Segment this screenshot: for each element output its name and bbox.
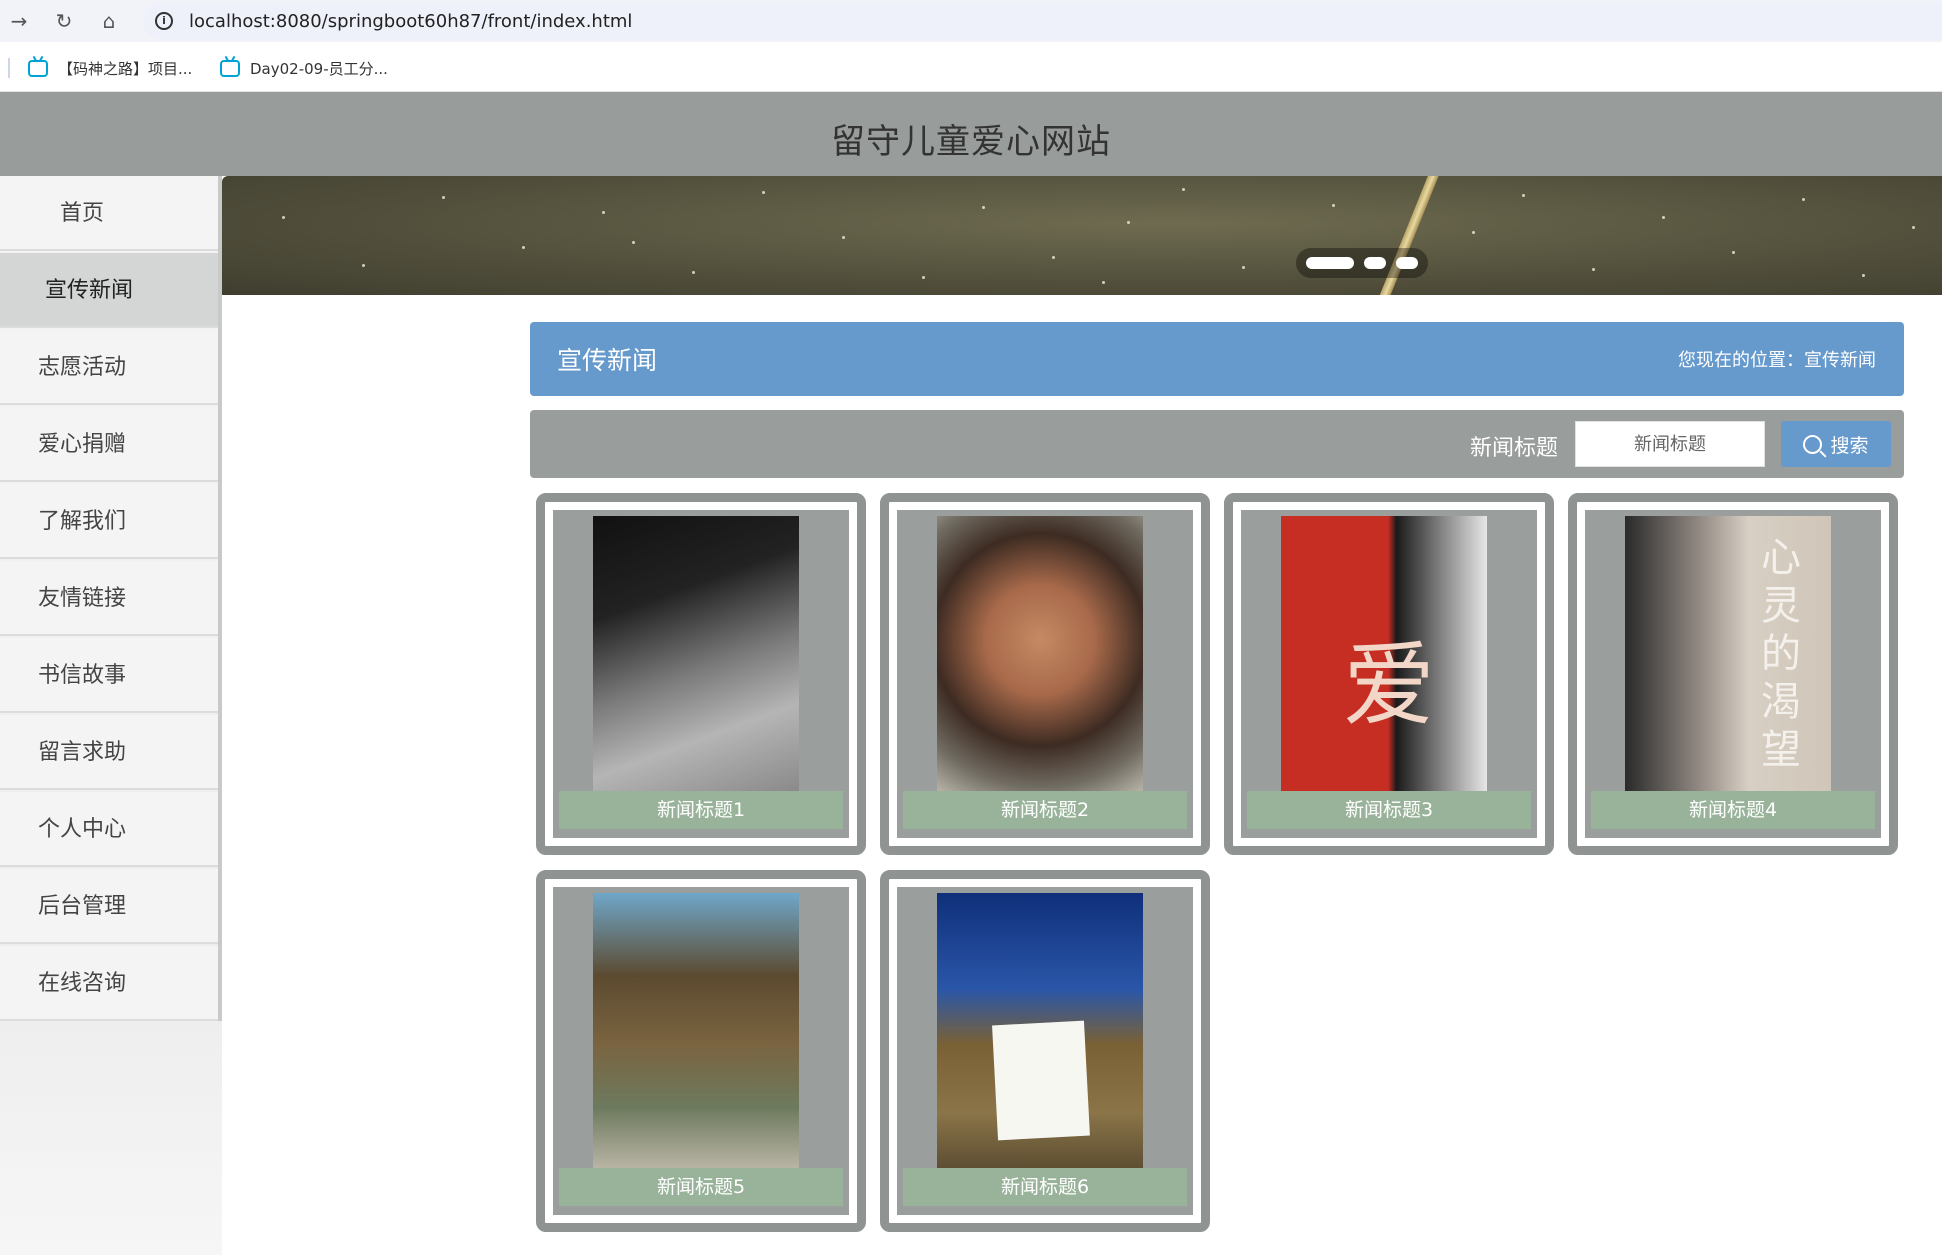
- bilibili-tv-icon: [28, 59, 48, 77]
- sidebar-item[interactable]: 在线咨询: [0, 946, 218, 1021]
- sidebar-item[interactable]: 宣传新闻: [0, 253, 218, 328]
- dust-speck: [602, 211, 605, 214]
- carousel-dot[interactable]: [1364, 257, 1386, 269]
- photo-paper-sign: [992, 1020, 1090, 1141]
- dust-speck: [1732, 251, 1735, 254]
- news-photo[interactable]: 爱: [1281, 516, 1487, 791]
- dust-speck: [762, 191, 765, 194]
- news-title[interactable]: 新闻标题5: [559, 1168, 843, 1206]
- dust-speck: [692, 271, 695, 274]
- section-title: 宣传新闻: [557, 346, 658, 375]
- dust-speck: [362, 264, 365, 267]
- search-button[interactable]: 搜索: [1781, 421, 1891, 467]
- news-title[interactable]: 新闻标题6: [903, 1168, 1187, 1206]
- dust-speck: [1662, 216, 1665, 219]
- dust-speck: [1102, 281, 1105, 284]
- bookmark-item[interactable]: 【码神之路】项目...: [28, 56, 192, 80]
- bookmark-label: Day02-09-员工分...: [250, 59, 388, 78]
- news-card[interactable]: 新闻标题1: [536, 493, 866, 855]
- poster-text: 心灵的渴望: [1761, 535, 1801, 773]
- carousel-dot[interactable]: [1396, 257, 1418, 269]
- news-photo[interactable]: [593, 893, 799, 1168]
- news-photo[interactable]: [937, 893, 1143, 1168]
- search-button-label: 搜索: [1830, 434, 1869, 457]
- banner-carousel[interactable]: [222, 176, 1942, 295]
- site-title: 留守儿童爱心网站: [831, 122, 1111, 162]
- news-photo[interactable]: 心灵的渴望: [1625, 516, 1831, 791]
- sidebar-item[interactable]: 后台管理: [0, 869, 218, 944]
- reload-icon[interactable]: ↻: [51, 8, 77, 34]
- sidebar-item[interactable]: 爱心捐赠: [0, 407, 218, 482]
- poster-text: 爱: [1343, 632, 1436, 739]
- dust-speck: [1522, 194, 1525, 197]
- breadcrumb: 您现在的位置：宣传新闻: [1678, 350, 1876, 371]
- bookmark-label: 【码神之路】项目...: [58, 59, 193, 78]
- sidebar-item[interactable]: 个人中心: [0, 792, 218, 867]
- dust-speck: [1332, 204, 1335, 207]
- dust-speck: [1592, 268, 1595, 271]
- home-icon[interactable]: ⌂: [96, 8, 122, 34]
- url-text[interactable]: localhost:8080/springboot60h87/front/ind…: [189, 11, 632, 32]
- news-title[interactable]: 新闻标题3: [1247, 791, 1531, 829]
- search-bar: 新闻标题 搜索: [530, 410, 1904, 478]
- carousel-indicator: [1296, 248, 1428, 278]
- sidebar-item[interactable]: 友情链接: [0, 561, 218, 636]
- news-card[interactable]: 新闻标题2: [880, 493, 1210, 855]
- news-card[interactable]: 新闻标题6: [880, 870, 1210, 1232]
- sidebar-item[interactable]: 了解我们: [0, 484, 218, 559]
- dust-speck: [982, 206, 985, 209]
- news-title[interactable]: 新闻标题4: [1591, 791, 1875, 829]
- dust-speck: [522, 246, 525, 249]
- news-photo[interactable]: [937, 516, 1143, 791]
- dust-speck: [1862, 274, 1865, 277]
- sidebar-item[interactable]: 书信故事: [0, 638, 218, 713]
- dust-speck: [1912, 226, 1915, 229]
- dust-speck: [1127, 221, 1130, 224]
- dust-speck: [442, 196, 445, 199]
- sidebar: 首页 宣传新闻 志愿活动 爱心捐赠 了解我们 友情链接 书信故事 留言求助 个人中心 后台管理 在线…: [0, 176, 222, 1255]
- bookmarks-separator: [8, 58, 10, 78]
- news-title[interactable]: 新闻标题2: [903, 791, 1187, 829]
- dust-speck: [1182, 188, 1185, 191]
- news-card[interactable]: 心灵的渴望 新闻标题4: [1568, 493, 1898, 855]
- news-title[interactable]: 新闻标题1: [559, 791, 843, 829]
- site-info-icon[interactable]: i: [155, 12, 173, 30]
- dust-speck: [1472, 231, 1475, 234]
- address-bar[interactable]: i localhost:8080/springboot60h87/front/i…: [143, 3, 1942, 39]
- site-header: 留守儿童爱心网站: [0, 92, 1942, 176]
- dust-speck: [282, 216, 285, 219]
- news-card[interactable]: 新闻标题5: [536, 870, 866, 1232]
- bookmark-item[interactable]: Day02-09-员工分...: [220, 56, 388, 80]
- bookmarks-bar: 【码神之路】项目... Day02-09-员工分...: [0, 42, 1942, 92]
- sidebar-item[interactable]: 首页: [0, 176, 218, 251]
- dust-speck: [1052, 256, 1055, 259]
- carousel-dot-active[interactable]: [1306, 257, 1354, 269]
- search-input[interactable]: [1575, 421, 1765, 467]
- sidebar-item[interactable]: 留言求助: [0, 715, 218, 790]
- forward-icon[interactable]: →: [6, 8, 32, 34]
- bilibili-tv-icon: [220, 59, 240, 77]
- dust-speck: [1802, 198, 1805, 201]
- search-label: 新闻标题: [1470, 436, 1559, 461]
- sidebar-edge: [218, 176, 222, 1021]
- dust-speck: [922, 276, 925, 279]
- dust-speck: [842, 236, 845, 239]
- news-card[interactable]: 爱 新闻标题3: [1224, 493, 1554, 855]
- section-title-bar: 宣传新闻 您现在的位置：宣传新闻: [530, 322, 1904, 396]
- news-photo[interactable]: [593, 516, 799, 791]
- sidebar-item[interactable]: 志愿活动: [0, 330, 218, 405]
- dust-speck: [1242, 266, 1245, 269]
- dust-speck: [632, 241, 635, 244]
- browser-toolbar: → ↻ ⌂ i localhost:8080/springboot60h87/f…: [0, 0, 1942, 42]
- search-icon: [1803, 434, 1823, 454]
